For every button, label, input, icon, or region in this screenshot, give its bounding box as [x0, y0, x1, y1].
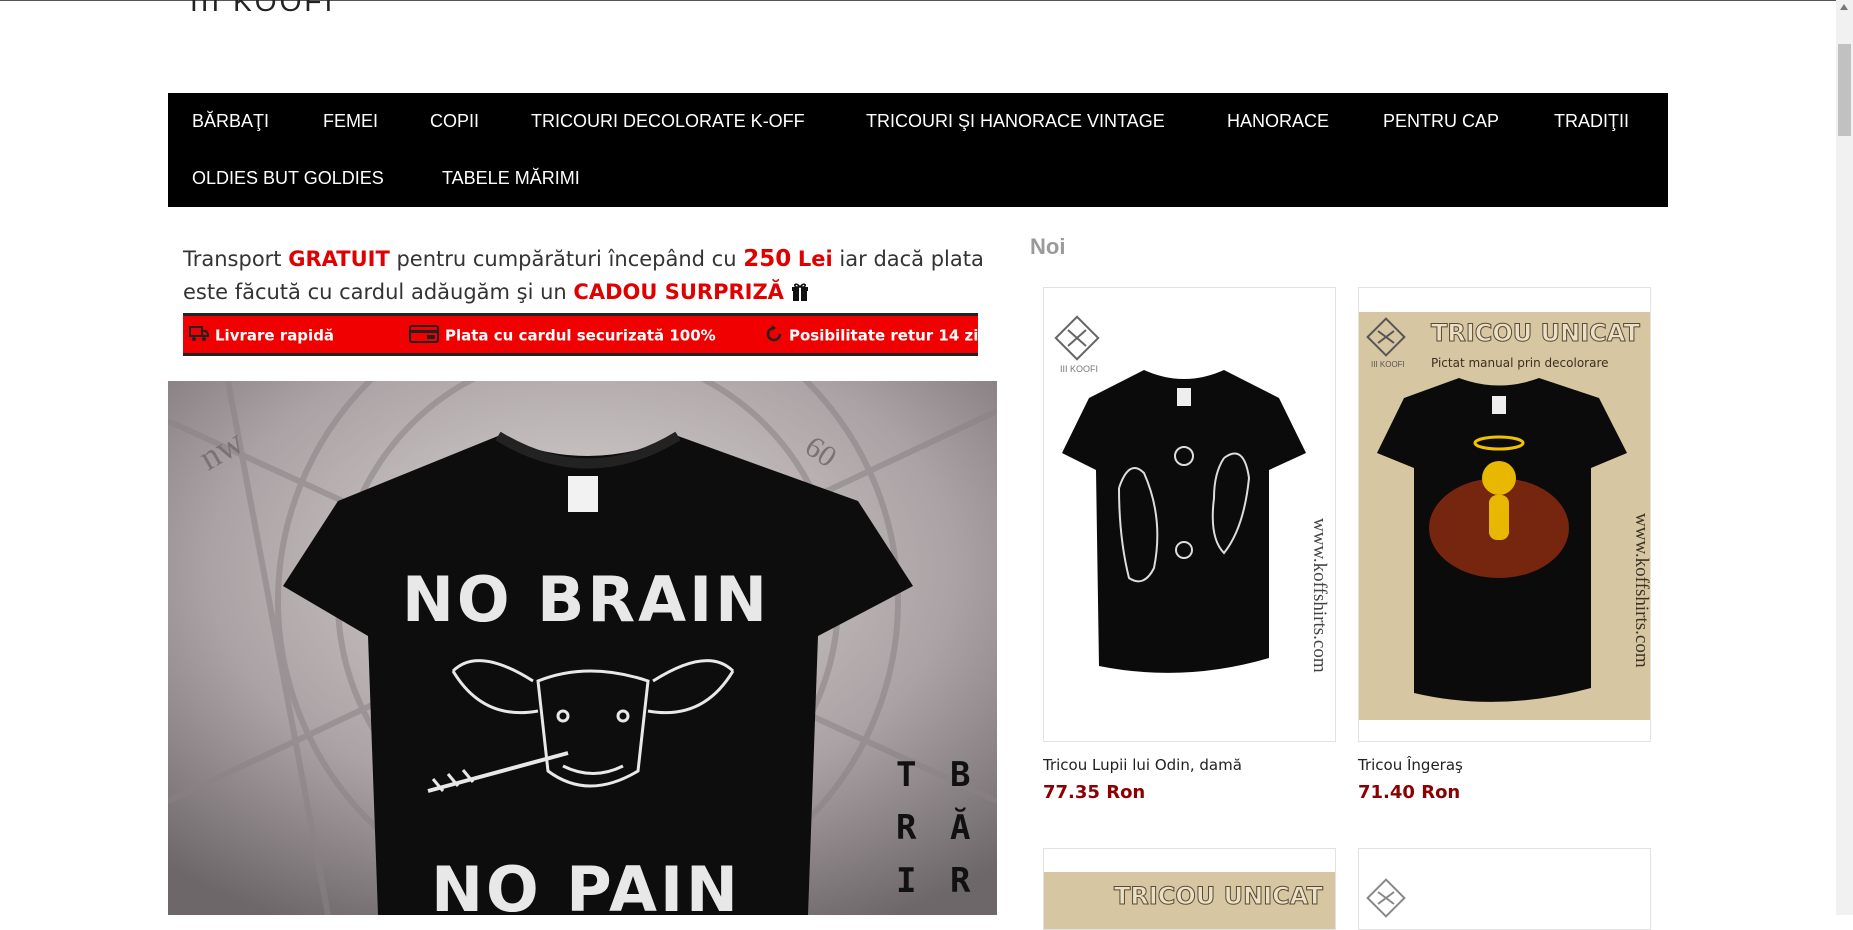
hero-text-no-pain: NO PAIN	[431, 853, 741, 915]
nav-item-hanorace[interactable]: HANORACE	[1227, 111, 1329, 132]
nav-row-2: OLDIES BUT GOLDIES TABELE MĂRIMI	[168, 150, 1668, 207]
promo-amount: 250	[743, 246, 792, 272]
truck-icon	[189, 325, 209, 347]
nav-row-1: BĂRBAŢI FEMEI COPII TRICOURI DECOLORATE …	[168, 93, 1668, 150]
angel-body-graphic	[1489, 495, 1509, 540]
product-image-teaser-1[interactable]: TRICOU UNICAT	[1044, 849, 1335, 929]
promo-text-1: Transport	[183, 247, 289, 271]
hero-col-2-letter-3: R	[950, 861, 971, 901]
nav-item-copii[interactable]: COPII	[430, 111, 479, 132]
nav-item-oldies[interactable]: OLDIES BUT GOLDIES	[192, 168, 384, 189]
hero-illustration: nw 60 NO BRAIN NO PAIN T R I B Ă R	[168, 381, 997, 915]
free-shipping-promo: Transport GRATUIT pentru cumpărături înc…	[183, 243, 988, 309]
features-bar: Livrare rapidă Plata cu cardul securizat…	[183, 313, 994, 356]
credit-card-icon	[409, 325, 439, 347]
nav-item-femei[interactable]: FEMEI	[323, 111, 378, 132]
feature-returns-label: Posibilitate retur 14 zile	[789, 326, 994, 345]
brand-logo-icon	[1366, 878, 1406, 918]
gift-icon	[791, 279, 808, 301]
tshirt-tag	[568, 476, 598, 512]
nav-item-tabele-marimi[interactable]: TABELE MĂRIMI	[442, 168, 580, 189]
return-arrow-icon	[765, 325, 783, 347]
page-scrollbar[interactable]	[1836, 0, 1853, 915]
product-image-lupii[interactable]: III KOOFI www.koffshirts.com	[1044, 288, 1335, 741]
hero-col-2-letter-2: Ă	[950, 807, 970, 848]
promo-surprise-label: CADOU SURPRIZĂ	[573, 280, 784, 304]
hero-col-1-letter-1: T	[896, 755, 916, 795]
watermark-text: www.koffshirts.com	[1309, 518, 1330, 673]
feature-delivery: Livrare rapidă	[189, 325, 334, 347]
main-navigation: BĂRBAŢI FEMEI COPII TRICOURI DECOLORATE …	[168, 93, 1668, 207]
tshirt-tag	[1177, 388, 1191, 406]
hero-text-no-brain: NO BRAIN	[402, 563, 770, 636]
hero-banner[interactable]: nw 60 NO BRAIN NO PAIN T R I B Ă R	[168, 381, 997, 915]
brand-logo-text: III KOOFI	[1060, 364, 1098, 374]
brand-logo-text: III KOOFI	[1371, 360, 1405, 369]
product-image-teaser-2[interactable]	[1359, 849, 1650, 929]
feature-card-payment: Plata cu cardul securizată 100%	[409, 325, 716, 347]
watermark-text: www.koffshirts.com	[1631, 513, 1650, 668]
product-card-ingeras[interactable]: III KOOFI TRICOU UNICAT Pictat manual pr…	[1358, 287, 1651, 742]
product-card-teaser-2[interactable]	[1358, 848, 1651, 930]
product-card-lupii[interactable]: III KOOFI www.koffshirts.com	[1043, 287, 1336, 742]
site-logo[interactable]: III KOOFI	[190, 0, 335, 18]
banner-tricou-unicat: TRICOU UNICAT	[1114, 882, 1323, 910]
feature-returns: Posibilitate retur 14 zile	[765, 325, 994, 347]
nav-item-traditii[interactable]: TRADIŢII	[1554, 111, 1629, 132]
hero-col-1-letter-2: R	[896, 808, 917, 848]
hero-col-2-letter-1: B	[950, 755, 970, 795]
nav-item-tricouri-decolorate[interactable]: TRICOURI DECOLORATE K-OFF	[531, 111, 805, 132]
product-image-ingeras[interactable]: III KOOFI TRICOU UNICAT Pictat manual pr…	[1359, 288, 1650, 741]
product-price-ingeras: 71.40 Ron	[1358, 782, 1461, 803]
promo-free-label: GRATUIT	[288, 247, 390, 271]
banner-subtitle: Pictat manual prin decolorare	[1431, 356, 1609, 370]
tshirt-tag	[1492, 396, 1506, 414]
feature-delivery-label: Livrare rapidă	[215, 326, 335, 345]
angel-head-graphic	[1482, 461, 1516, 495]
scrollbar-thumb[interactable]	[1838, 44, 1851, 136]
product-name-ingeras[interactable]: Tricou Îngeraş	[1358, 756, 1463, 774]
hero-col-1-letter-3: I	[896, 861, 916, 901]
new-products-title: Noi	[1030, 234, 1066, 259]
product-name-lupii[interactable]: Tricou Lupii lui Odin, damă	[1043, 756, 1242, 774]
promo-currency: Lei	[797, 247, 833, 271]
nav-item-barbati[interactable]: BĂRBAŢI	[192, 111, 269, 132]
promo-text-2: pentru cumpărături începând cu	[389, 247, 744, 271]
product-price-lupii: 77.35 Ron	[1043, 782, 1146, 803]
product-card-teaser-1[interactable]: TRICOU UNICAT	[1043, 848, 1336, 930]
feature-card-label: Plata cu cardul securizată 100%	[445, 326, 716, 345]
banner-tricou-unicat: TRICOU UNICAT	[1431, 319, 1640, 347]
nav-item-pentru-cap[interactable]: PENTRU CAP	[1383, 111, 1499, 132]
nav-item-tricouri-vintage[interactable]: TRICOURI ŞI HANORACE VINTAGE	[866, 111, 1165, 132]
scroll-up-arrow-icon[interactable]	[1840, 4, 1848, 10]
